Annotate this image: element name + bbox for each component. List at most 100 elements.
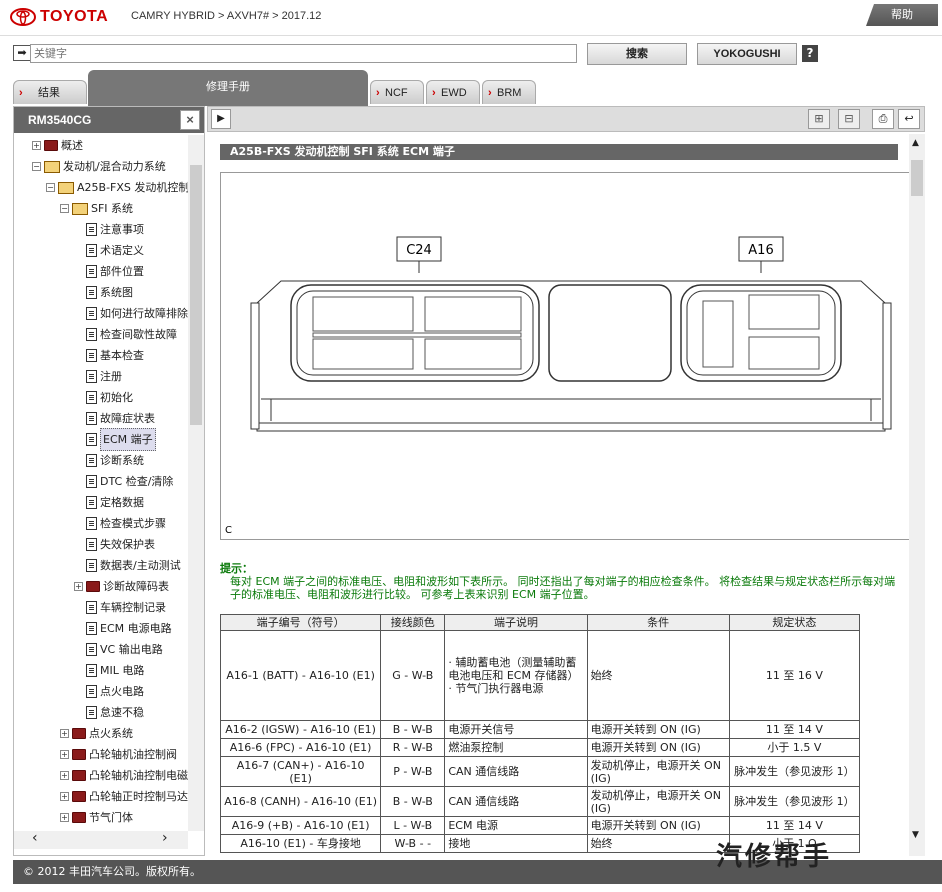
yokogushi-button[interactable]: YOKOGUSHI bbox=[697, 43, 797, 65]
scroll-down-icon[interactable]: ▼ bbox=[912, 830, 919, 840]
expand-toggle-icon[interactable]: + bbox=[32, 141, 41, 150]
expand-toggle-icon[interactable]: + bbox=[60, 792, 69, 801]
table-row: A16-2 (IGSW) - A16-10 (E1) B - W-B 电源开关信号电… bbox=[219, 720, 861, 739]
tree-item[interactable]: + 诊断故障码表 bbox=[74, 576, 169, 597]
tree-item[interactable]: VC 输出电路 bbox=[74, 639, 163, 660]
content-scrollbar[interactable]: ▲ ▼ bbox=[909, 134, 925, 856]
tree-item[interactable]: 基本检查 bbox=[74, 345, 144, 366]
tree-hscrollbar[interactable]: ‹ › bbox=[14, 830, 188, 849]
expand-toggle-icon[interactable]: + bbox=[60, 729, 69, 738]
tree-item-label: 凸轮轴机油控制阀 bbox=[89, 748, 177, 761]
tree-item[interactable]: 部件位置 bbox=[74, 261, 144, 282]
tree-item[interactable]: − A25B-FXS 发动机控制 bbox=[46, 177, 188, 198]
tree-item[interactable]: − 发动机/混合动力系统 bbox=[32, 156, 166, 177]
tree-item[interactable]: 怠速不稳 bbox=[74, 702, 144, 723]
print-icon[interactable]: ⎙ bbox=[872, 109, 894, 129]
tree-item[interactable]: 故障症状表 bbox=[74, 408, 155, 429]
tree-item[interactable]: 术语定义 bbox=[74, 240, 144, 261]
search-row: ➡ 搜索 YOKOGUSHI ? bbox=[0, 40, 942, 68]
tree-item-label: 节气门体 bbox=[89, 811, 133, 824]
tab-label: EWD bbox=[441, 87, 467, 99]
tree-item[interactable]: 系统图 bbox=[74, 282, 133, 303]
table-cell: R - W-B bbox=[380, 738, 446, 757]
tree-item[interactable]: 如何进行故障排除 bbox=[74, 303, 188, 324]
expand-icon[interactable]: ⊞ bbox=[808, 109, 830, 129]
tree-item[interactable]: 注意事项 bbox=[74, 219, 144, 240]
toyota-logo[interactable]: TOYOTA bbox=[10, 8, 108, 26]
table-cell: 电源开关转到 ON (IG) bbox=[586, 738, 730, 757]
search-button[interactable]: 搜索 bbox=[587, 43, 687, 65]
table-cell: A16-2 (IGSW) - A16-10 (E1) bbox=[219, 720, 382, 739]
expand-toggle-icon[interactable]: − bbox=[46, 183, 55, 192]
content-area: A25B-FXS 发动机控制 SFI 系统 ECM 端子 C24 A16 C 提… bbox=[207, 134, 913, 856]
expand-toggle-icon[interactable]: + bbox=[60, 750, 69, 759]
tree-item[interactable]: + 凸轮轴机油控制电磁 bbox=[60, 765, 188, 786]
tree-item[interactable]: DTC 检查/清除 bbox=[74, 471, 173, 492]
tree-item[interactable]: 车辆控制记录 bbox=[74, 597, 166, 618]
tree-item[interactable]: MIL 电路 bbox=[74, 660, 144, 681]
scroll-left-icon[interactable]: ‹ bbox=[32, 830, 38, 846]
expand-toggle-icon[interactable]: + bbox=[60, 771, 69, 780]
tree-item[interactable]: 失效保护表 bbox=[74, 534, 155, 555]
tree-item[interactable]: 点火电路 bbox=[74, 681, 144, 702]
return-icon[interactable]: ↩ bbox=[898, 109, 920, 129]
document-icon bbox=[86, 496, 97, 509]
content-panel: ▶ ⊞ ⊟ ⎙ ↩ A25B-FXS 发动机控制 SFI 系统 ECM 端子 C… bbox=[207, 106, 925, 856]
table-header: 端子编号（符号） 接线颜色 端子说明 条件 规定状态 bbox=[219, 614, 861, 631]
top-bar: TOYOTA CAMRY HYBRID > AXVH7# > 2017.12 帮… bbox=[0, 0, 942, 36]
expand-toggle-icon[interactable]: + bbox=[74, 582, 83, 591]
tab-repair-manual[interactable]: 修理手册 bbox=[88, 70, 368, 106]
tree-item[interactable]: − SFI 系统 bbox=[60, 198, 133, 219]
search-arrow-icon[interactable]: ➡ bbox=[13, 45, 31, 61]
tree-item[interactable]: 检查间歇性故障 bbox=[74, 324, 177, 345]
tree-item[interactable]: 初始化 bbox=[74, 387, 133, 408]
tree-item-label: DTC 检查/清除 bbox=[100, 475, 174, 488]
tab-results[interactable]: › 结果 bbox=[13, 80, 87, 104]
book-icon bbox=[72, 202, 88, 215]
expand-toggle-icon[interactable]: − bbox=[60, 204, 69, 213]
tree-item[interactable]: 数据表/主动测试 bbox=[74, 555, 181, 576]
table-cell: 脉冲发生（参见波形 1） bbox=[728, 756, 861, 787]
tree-item[interactable]: + 节气门体 bbox=[60, 807, 133, 828]
tree-item[interactable]: ECM 电源电路 bbox=[74, 618, 172, 639]
expand-toggle-icon[interactable]: − bbox=[32, 162, 41, 171]
scroll-right-icon[interactable]: › bbox=[162, 830, 168, 846]
scroll-thumb[interactable] bbox=[911, 160, 923, 196]
play-icon[interactable]: ▶ bbox=[211, 109, 231, 129]
close-panel-button[interactable]: × bbox=[180, 110, 200, 130]
tree-item[interactable]: + 点火系统 bbox=[60, 723, 133, 744]
tree-scrollbar[interactable] bbox=[188, 135, 204, 831]
tab-brm[interactable]: › BRM bbox=[482, 80, 536, 104]
tree-item[interactable]: 定格数据 bbox=[74, 492, 144, 513]
tree-item[interactable]: ECM 端子 bbox=[74, 428, 156, 451]
tree-item[interactable]: + 概述 bbox=[32, 135, 83, 156]
table-cell: A16-8 (CANH) - A16-10 (E1) bbox=[219, 786, 382, 817]
document-icon bbox=[86, 664, 97, 677]
expand-toggle-icon[interactable]: + bbox=[60, 813, 69, 822]
tree-item[interactable]: 注册 bbox=[74, 366, 122, 387]
tab-ewd[interactable]: › EWD bbox=[426, 80, 480, 104]
scroll-up-icon[interactable]: ▲ bbox=[912, 138, 919, 148]
table-cell: 始终 bbox=[586, 834, 730, 853]
chevron-right-icon: › bbox=[432, 87, 436, 99]
tree-item[interactable]: 检查模式步骤 bbox=[74, 513, 166, 534]
scroll-thumb[interactable] bbox=[190, 165, 202, 425]
tree-item-label: ECM 端子 bbox=[100, 428, 156, 451]
collapse-icon[interactable]: ⊟ bbox=[838, 109, 860, 129]
tree-item[interactable]: 诊断系统 bbox=[74, 450, 144, 471]
search-input[interactable] bbox=[30, 44, 577, 63]
table-cell: B - W-B bbox=[380, 720, 446, 739]
document-icon bbox=[86, 244, 97, 257]
help-button[interactable]: 帮助 bbox=[866, 4, 938, 26]
tree-item[interactable]: + 凸轮轴机油控制阀 bbox=[60, 744, 177, 765]
help-question-icon[interactable]: ? bbox=[802, 45, 818, 62]
document-icon bbox=[86, 559, 97, 572]
tab-bar: › 结果 修理手册 › NCF › EWD › BRM bbox=[0, 70, 942, 106]
table-cell: 电源开关转到 ON (IG) bbox=[586, 816, 730, 835]
connector-label-c24: C24 bbox=[406, 243, 432, 258]
tab-ncf[interactable]: › NCF bbox=[370, 80, 424, 104]
book-icon bbox=[58, 181, 74, 194]
table-cell: 发动机停止，电源开关 ON (IG) bbox=[586, 786, 730, 817]
tree-item[interactable]: + 凸轮轴正时控制马达 bbox=[60, 786, 188, 807]
table-row: A16-7 (CAN+) - A16-10 (E1) P - W-B CAN 通信线… bbox=[219, 756, 861, 787]
